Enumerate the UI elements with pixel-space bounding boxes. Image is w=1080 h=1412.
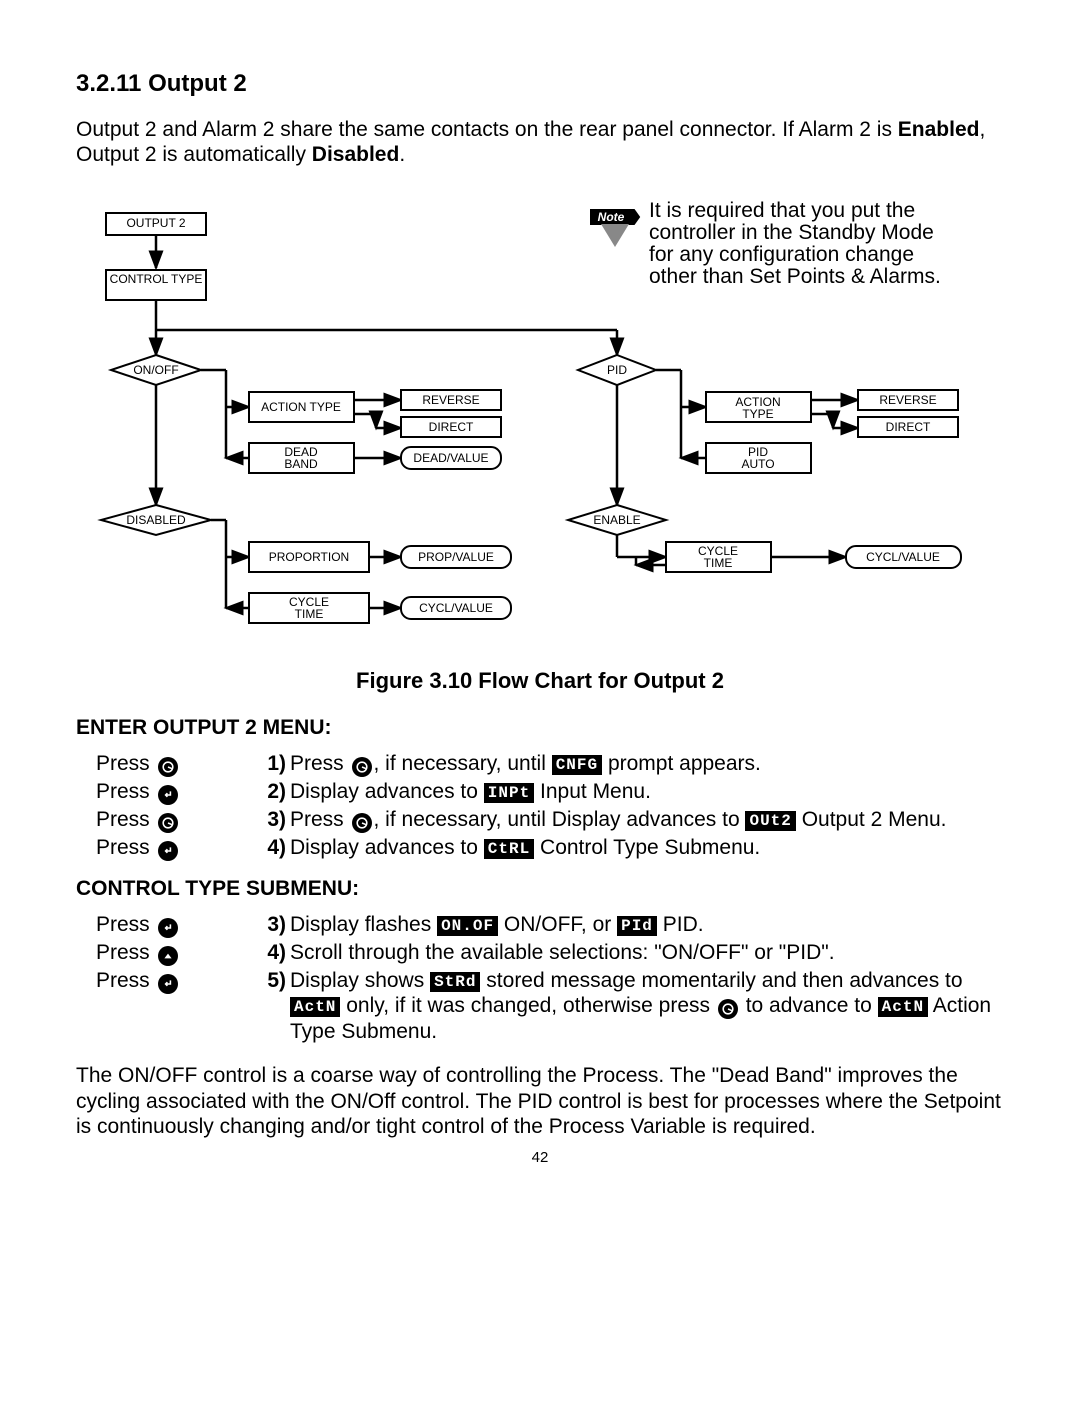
page-number: 42 (76, 1149, 1004, 1167)
intro-paragraph: Output 2 and Alarm 2 share the same cont… (76, 117, 996, 167)
flow-direct-left: DIRECT (429, 420, 474, 434)
enter-icon (158, 974, 178, 994)
menu-icon (352, 813, 372, 833)
step-row: Press 3) Display flashes ON.OF ON/OFF, o… (76, 911, 1004, 939)
enter-icon (158, 785, 178, 805)
step-row: Press 5) Display shows StRd stored messa… (76, 967, 1004, 1045)
menu1-steps: Press 1) Press , if necessary, until CNF… (76, 750, 1004, 862)
flow-reverse-left: REVERSE (422, 393, 479, 407)
menu-icon (352, 757, 372, 777)
flow-propvalue: PROP/VALUE (418, 550, 494, 564)
flow-cyclvalue-left: CYCL/VALUE (419, 601, 493, 615)
step-row: Press 4) Scroll through the available se… (76, 939, 1004, 967)
flow-actiontype-left: ACTION TYPE (261, 400, 341, 414)
flow-direct-right: DIRECT (886, 420, 931, 434)
flow-output2: OUTPUT 2 (126, 216, 185, 230)
step-row: Press 4) Display advances to CtRL Contro… (76, 834, 1004, 862)
menu-icon (718, 999, 738, 1019)
step-row: Press 3) Press , if necessary, until Dis… (76, 806, 1004, 834)
section-heading: 3.2.11 Output 2 (76, 70, 1004, 99)
flow-cycletime-left: CYCLETIME (289, 595, 329, 621)
flow-deadvalue: DEAD/VALUE (413, 451, 488, 465)
flow-pid: PID (607, 363, 627, 377)
flow-cyclvalue-right: CYCL/VALUE (866, 550, 940, 564)
flow-disabled: DISABLED (126, 513, 186, 527)
step-row: Press 1) Press , if necessary, until CNF… (76, 750, 1004, 778)
menu2-heading: CONTROL TYPE SUBMENU: (76, 876, 1004, 901)
flow-cycletime-right: CYCLETIME (698, 544, 738, 570)
enter-icon (158, 918, 178, 938)
page: 3.2.11 Output 2 Output 2 and Alarm 2 sha… (0, 0, 1080, 1412)
menu2-steps: Press 3) Display flashes ON.OF ON/OFF, o… (76, 911, 1004, 1045)
flow-proportion: PROPORTION (269, 550, 349, 564)
flowchart: .box { fill:#fff; stroke:#000; stroke-wi… (76, 195, 1004, 650)
menu1-heading: ENTER OUTPUT 2 MENU: (76, 715, 1004, 740)
flow-onoff: ON/OFF (133, 363, 178, 377)
menu-icon (158, 757, 178, 777)
flow-reverse-right: REVERSE (879, 393, 936, 407)
flow-enable: ENABLE (593, 513, 640, 527)
flow-deadband: DEADBAND (284, 445, 318, 471)
figure-caption: Figure 3.10 Flow Chart for Output 2 (76, 668, 1004, 694)
note-text: It is required that you put the controll… (649, 200, 949, 288)
note-box: Note It is required that you put the con… (591, 200, 949, 310)
flowchart-svg: .box { fill:#fff; stroke:#000; stroke-wi… (76, 195, 1006, 650)
step-row: Press 2) Display advances to INPt Input … (76, 778, 1004, 806)
flow-controltype: CONTROL TYPE (110, 272, 203, 286)
up-icon (158, 946, 178, 966)
explain-paragraph: The ON/OFF control is a coarse way of co… (76, 1063, 1004, 1139)
menu-icon (158, 813, 178, 833)
note-word: Note (598, 210, 625, 224)
enter-icon (158, 841, 178, 861)
